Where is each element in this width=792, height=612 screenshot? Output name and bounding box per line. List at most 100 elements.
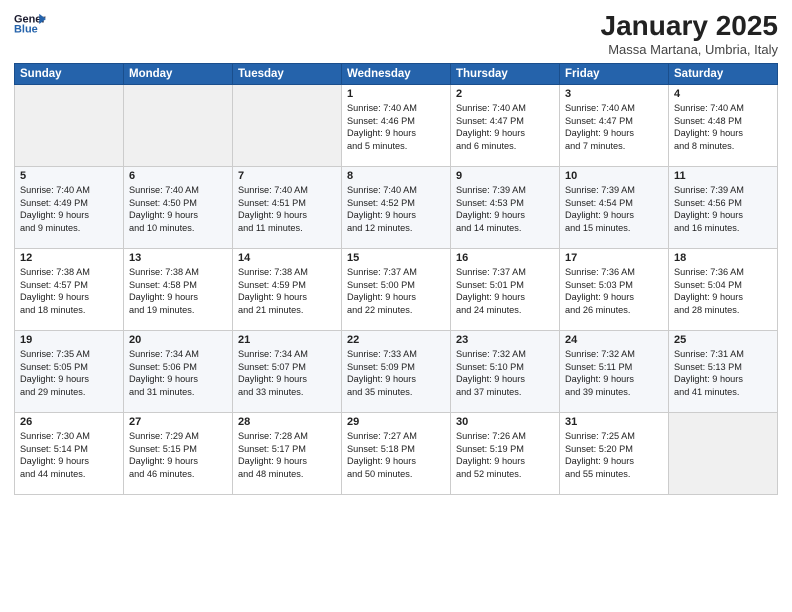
cell-text: Sunrise: 7:38 AMSunset: 4:57 PMDaylight:… (20, 266, 118, 317)
day-number: 24 (565, 334, 663, 346)
cell-text: Sunrise: 7:40 AMSunset: 4:46 PMDaylight:… (347, 102, 445, 153)
day-number: 14 (238, 252, 336, 264)
cell-text: Sunrise: 7:29 AMSunset: 5:15 PMDaylight:… (129, 430, 227, 481)
weekday-header-row: SundayMondayTuesdayWednesdayThursdayFrid… (15, 64, 778, 85)
day-number: 20 (129, 334, 227, 346)
calendar-cell: 13Sunrise: 7:38 AMSunset: 4:58 PMDayligh… (124, 249, 233, 331)
calendar-week-row: 12Sunrise: 7:38 AMSunset: 4:57 PMDayligh… (15, 249, 778, 331)
weekday-header: Sunday (15, 64, 124, 85)
day-number: 7 (238, 170, 336, 182)
logo: General Blue (14, 10, 46, 38)
weekday-header: Wednesday (342, 64, 451, 85)
calendar-cell: 6 Sunrise: 7:40 AMSunset: 4:50 PMDaylight… (124, 167, 233, 249)
calendar-cell: 21 Sunrise: 7:34 AMSunset: 5:07 PMDayligh… (233, 331, 342, 413)
day-number: 26 (20, 416, 118, 428)
weekday-header: Monday (124, 64, 233, 85)
day-number: 3 (565, 88, 663, 100)
calendar-cell (15, 85, 124, 167)
calendar-cell: 19 Sunrise: 7:35 AMSunset: 5:05 PMDayligh… (15, 331, 124, 413)
day-number: 11 (674, 170, 772, 182)
day-number: 1 (347, 88, 445, 100)
weekday-header: Friday (560, 64, 669, 85)
weekday-header: Saturday (669, 64, 778, 85)
cell-text: Sunrise: 7:40 AMSunset: 4:50 PMDaylight:… (129, 184, 227, 235)
day-number: 17 (565, 252, 663, 264)
cell-text: Sunrise: 7:38 AMSunset: 4:59 PMDaylight:… (238, 266, 336, 317)
cell-text: Sunrise: 7:31 AMSunset: 5:13 PMDaylight:… (674, 348, 772, 399)
day-number: 19 (20, 334, 118, 346)
day-number: 28 (238, 416, 336, 428)
cell-text: Sunrise: 7:32 AMSunset: 5:10 PMDaylight:… (456, 348, 554, 399)
cell-text: Sunrise: 7:33 AMSunset: 5:09 PMDaylight:… (347, 348, 445, 399)
calendar-week-row: 19 Sunrise: 7:35 AMSunset: 5:05 PMDayligh… (15, 331, 778, 413)
calendar-week-row: 5Sunrise: 7:40 AMSunset: 4:49 PMDaylight… (15, 167, 778, 249)
day-number: 10 (565, 170, 663, 182)
calendar-cell: 8 Sunrise: 7:40 AMSunset: 4:52 PMDaylight… (342, 167, 451, 249)
calendar-cell: 11 Sunrise: 7:39 AMSunset: 4:56 PMDayligh… (669, 167, 778, 249)
day-number: 16 (456, 252, 554, 264)
calendar-cell (669, 413, 778, 495)
calendar-cell: 27 Sunrise: 7:29 AMSunset: 5:15 PMDayligh… (124, 413, 233, 495)
calendar-cell: 31 Sunrise: 7:25 AMSunset: 5:20 PMDayligh… (560, 413, 669, 495)
day-number: 2 (456, 88, 554, 100)
cell-text: Sunrise: 7:32 AMSunset: 5:11 PMDaylight:… (565, 348, 663, 399)
day-number: 30 (456, 416, 554, 428)
header: General Blue January 2025 Massa Martana,… (14, 10, 778, 57)
cell-text: Sunrise: 7:25 AMSunset: 5:20 PMDaylight:… (565, 430, 663, 481)
calendar-cell: 17 Sunrise: 7:36 AMSunset: 5:03 PMDayligh… (560, 249, 669, 331)
day-number: 4 (674, 88, 772, 100)
svg-text:Blue: Blue (14, 23, 38, 35)
calendar-cell: 14 Sunrise: 7:38 AMSunset: 4:59 PMDayligh… (233, 249, 342, 331)
cell-text: Sunrise: 7:35 AMSunset: 5:05 PMDaylight:… (20, 348, 118, 399)
cell-text: Sunrise: 7:36 AMSunset: 5:03 PMDaylight:… (565, 266, 663, 317)
calendar-cell: 9Sunrise: 7:39 AMSunset: 4:53 PMDaylight… (451, 167, 560, 249)
day-number: 25 (674, 334, 772, 346)
cell-text: Sunrise: 7:26 AMSunset: 5:19 PMDaylight:… (456, 430, 554, 481)
calendar-cell: 28 Sunrise: 7:28 AMSunset: 5:17 PMDayligh… (233, 413, 342, 495)
calendar-cell: 30 Sunrise: 7:26 AMSunset: 5:19 PMDayligh… (451, 413, 560, 495)
day-number: 13 (129, 252, 227, 264)
cell-text: Sunrise: 7:34 AMSunset: 5:07 PMDaylight:… (238, 348, 336, 399)
calendar-cell: 22Sunrise: 7:33 AMSunset: 5:09 PMDayligh… (342, 331, 451, 413)
day-number: 21 (238, 334, 336, 346)
calendar-cell (124, 85, 233, 167)
calendar-cell: 12Sunrise: 7:38 AMSunset: 4:57 PMDayligh… (15, 249, 124, 331)
day-number: 15 (347, 252, 445, 264)
cell-text: Sunrise: 7:39 AMSunset: 4:53 PMDaylight:… (456, 184, 554, 235)
day-number: 6 (129, 170, 227, 182)
title-block: January 2025 Massa Martana, Umbria, Ital… (601, 10, 778, 57)
day-number: 5 (20, 170, 118, 182)
cell-text: Sunrise: 7:30 AMSunset: 5:14 PMDaylight:… (20, 430, 118, 481)
cell-text: Sunrise: 7:27 AMSunset: 5:18 PMDaylight:… (347, 430, 445, 481)
cell-text: Sunrise: 7:40 AMSunset: 4:48 PMDaylight:… (674, 102, 772, 153)
day-number: 29 (347, 416, 445, 428)
day-number: 31 (565, 416, 663, 428)
cell-text: Sunrise: 7:37 AMSunset: 5:01 PMDaylight:… (456, 266, 554, 317)
day-number: 18 (674, 252, 772, 264)
calendar-cell: 29 Sunrise: 7:27 AMSunset: 5:18 PMDayligh… (342, 413, 451, 495)
weekday-header: Tuesday (233, 64, 342, 85)
calendar-cell: 1 Sunrise: 7:40 AMSunset: 4:46 PMDaylight… (342, 85, 451, 167)
cell-text: Sunrise: 7:39 AMSunset: 4:56 PMDaylight:… (674, 184, 772, 235)
day-number: 27 (129, 416, 227, 428)
calendar-cell: 4 Sunrise: 7:40 AMSunset: 4:48 PMDaylight… (669, 85, 778, 167)
calendar-week-row: 26 Sunrise: 7:30 AMSunset: 5:14 PMDayligh… (15, 413, 778, 495)
calendar-cell: 18 Sunrise: 7:36 AMSunset: 5:04 PMDayligh… (669, 249, 778, 331)
location: Massa Martana, Umbria, Italy (601, 42, 778, 57)
calendar-cell: 15 Sunrise: 7:37 AMSunset: 5:00 PMDayligh… (342, 249, 451, 331)
cell-text: Sunrise: 7:34 AMSunset: 5:06 PMDaylight:… (129, 348, 227, 399)
calendar-cell: 23Sunrise: 7:32 AMSunset: 5:10 PMDayligh… (451, 331, 560, 413)
calendar-cell: 5Sunrise: 7:40 AMSunset: 4:49 PMDaylight… (15, 167, 124, 249)
day-number: 8 (347, 170, 445, 182)
cell-text: Sunrise: 7:28 AMSunset: 5:17 PMDaylight:… (238, 430, 336, 481)
cell-text: Sunrise: 7:36 AMSunset: 5:04 PMDaylight:… (674, 266, 772, 317)
calendar-cell (233, 85, 342, 167)
cell-text: Sunrise: 7:39 AMSunset: 4:54 PMDaylight:… (565, 184, 663, 235)
cell-text: Sunrise: 7:37 AMSunset: 5:00 PMDaylight:… (347, 266, 445, 317)
calendar-cell: 3Sunrise: 7:40 AMSunset: 4:47 PMDaylight… (560, 85, 669, 167)
calendar-cell: 16 Sunrise: 7:37 AMSunset: 5:01 PMDayligh… (451, 249, 560, 331)
cell-text: Sunrise: 7:40 AMSunset: 4:52 PMDaylight:… (347, 184, 445, 235)
cell-text: Sunrise: 7:40 AMSunset: 4:51 PMDaylight:… (238, 184, 336, 235)
page-container: General Blue January 2025 Massa Martana,… (0, 0, 792, 503)
calendar-cell: 20 Sunrise: 7:34 AMSunset: 5:06 PMDayligh… (124, 331, 233, 413)
